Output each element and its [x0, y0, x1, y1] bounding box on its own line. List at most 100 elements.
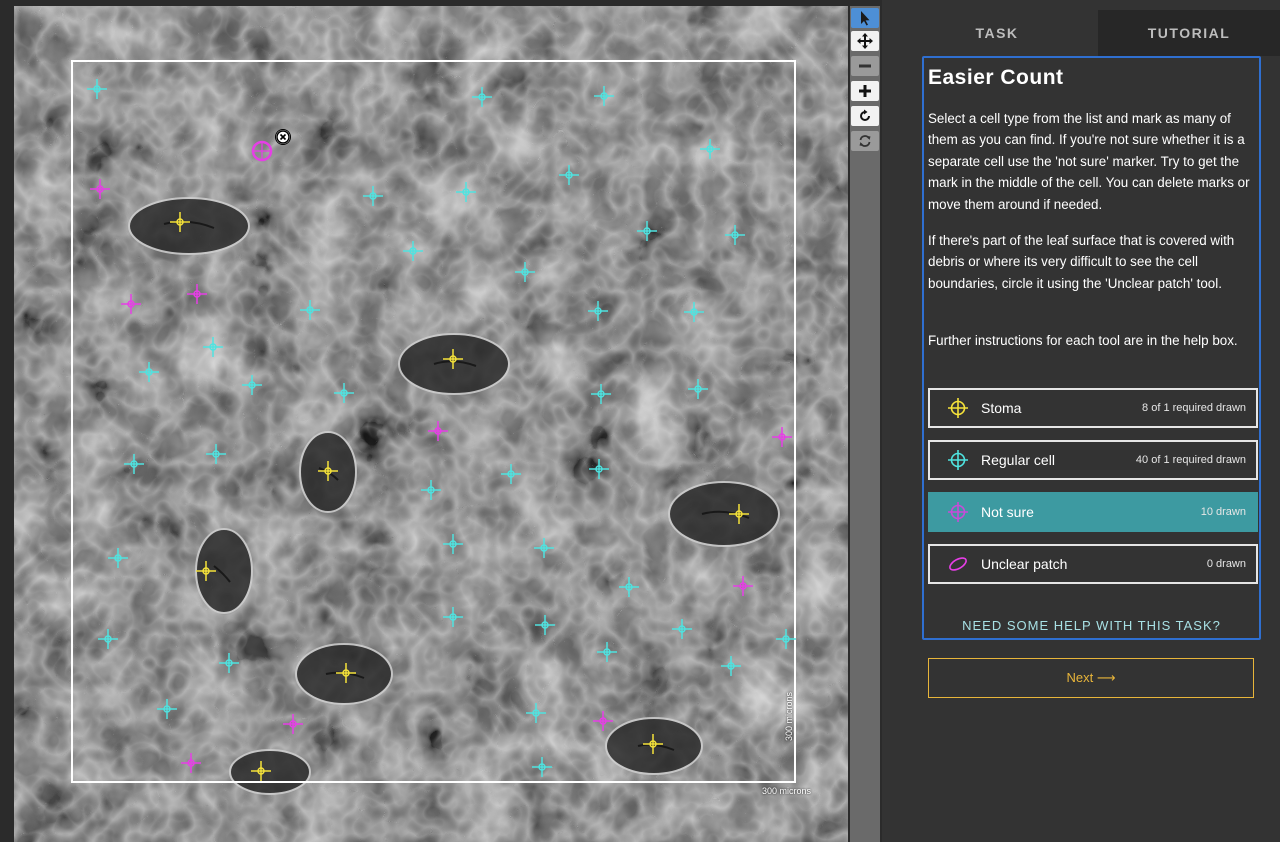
not-sure-marker[interactable]	[732, 575, 754, 597]
tool-not-sure[interactable]: Not sure 10 drawn	[928, 492, 1258, 532]
refresh-icon	[859, 135, 871, 147]
regular-cell-marker[interactable]	[683, 301, 705, 323]
zoom-in-button[interactable]	[851, 81, 879, 101]
regular-cell-marker[interactable]	[587, 300, 609, 322]
image-viewer: 300 microns 300 microns	[0, 0, 882, 842]
regular-cell-marker[interactable]	[138, 361, 160, 383]
stoma-marker[interactable]	[642, 733, 664, 755]
instruction-paragraph: Further instructions for each tool are i…	[928, 333, 1238, 348]
close-icon	[276, 130, 290, 144]
task-title: Easier Count	[928, 66, 1064, 89]
pointer-icon	[861, 11, 870, 26]
regular-cell-marker[interactable]	[442, 533, 464, 555]
regular-cell-marker[interactable]	[514, 261, 536, 283]
tab-task[interactable]: TASK	[896, 10, 1098, 56]
tool-count: 0 drawn	[1206, 558, 1246, 570]
selected-not-sure-marker[interactable]	[250, 139, 274, 163]
tool-label: Unclear patch	[981, 556, 1068, 572]
regular-cell-marker[interactable]	[455, 181, 477, 203]
move-icon	[857, 33, 873, 49]
not-sure-marker[interactable]	[592, 710, 614, 732]
instruction-paragraph: Select a cell type from the list and mar…	[928, 111, 1250, 212]
regular-cell-marker[interactable]	[618, 576, 640, 598]
regular-cell-marker[interactable]	[156, 698, 178, 720]
regular-cell-marker[interactable]	[241, 374, 263, 396]
not-sure-marker[interactable]	[427, 420, 449, 442]
tool-count: 10 drawn	[1200, 506, 1246, 518]
not-sure-marker[interactable]	[771, 426, 793, 448]
stoma-marker[interactable]	[335, 662, 357, 684]
stoma-marker[interactable]	[728, 503, 750, 525]
regular-cell-marker[interactable]	[299, 299, 321, 321]
regular-cell-marker[interactable]	[442, 606, 464, 628]
regular-cell-marker[interactable]	[588, 458, 610, 480]
regular-cell-marker[interactable]	[596, 641, 618, 663]
tool-stoma[interactable]: Stoma 8 of 1 required drawn	[928, 388, 1258, 428]
scale-label-side: 300 microns	[784, 691, 794, 741]
task-box: Easier Count Select a cell type from the…	[922, 56, 1261, 640]
scale-label-bottom: 300 microns	[762, 786, 812, 796]
regular-cell-marker[interactable]	[720, 655, 742, 677]
not-sure-marker[interactable]	[186, 283, 208, 305]
not-sure-marker[interactable]	[89, 178, 111, 200]
pan-tool-button[interactable]	[851, 31, 879, 51]
regular-cell-marker[interactable]	[333, 382, 355, 404]
regular-cell-marker[interactable]	[420, 479, 442, 501]
tool-regular-cell[interactable]: Regular cell 40 of 1 required drawn	[928, 440, 1258, 480]
task-panel: TASK TUTORIAL Easier Count Select a cell…	[896, 0, 1280, 842]
regular-cell-marker[interactable]	[362, 185, 384, 207]
tool-unclear-patch[interactable]: Unclear patch 0 drawn	[928, 544, 1258, 584]
minus-icon	[859, 64, 871, 68]
not-sure-marker[interactable]	[282, 713, 304, 735]
regular-cell-marker[interactable]	[724, 224, 746, 246]
regular-cell-marker[interactable]	[590, 383, 612, 405]
crosshair-icon	[948, 398, 968, 418]
regular-cell-marker[interactable]	[218, 652, 240, 674]
regular-cell-marker[interactable]	[671, 618, 693, 640]
tool-label: Not sure	[981, 504, 1034, 520]
regular-cell-marker[interactable]	[205, 443, 227, 465]
rotate-icon	[860, 109, 870, 121]
viewer-toolbar	[850, 6, 880, 842]
regular-cell-marker[interactable]	[97, 628, 119, 650]
regular-cell-marker[interactable]	[558, 164, 580, 186]
not-sure-marker[interactable]	[120, 293, 142, 315]
regular-cell-marker[interactable]	[500, 463, 522, 485]
regular-cell-marker[interactable]	[525, 702, 547, 724]
stoma-marker[interactable]	[442, 348, 464, 370]
regular-cell-marker[interactable]	[636, 220, 658, 242]
crosshair-icon	[948, 450, 968, 470]
regular-cell-marker[interactable]	[86, 78, 108, 100]
regular-cell-marker[interactable]	[202, 336, 224, 358]
leaf-surface-image[interactable]: 300 microns 300 microns	[14, 6, 848, 842]
reset-view-button[interactable]	[851, 131, 879, 151]
delete-mark-button[interactable]	[275, 129, 291, 145]
regular-cell-marker[interactable]	[533, 537, 555, 559]
help-link[interactable]: NEED SOME HELP WITH THIS TASK?	[924, 618, 1259, 633]
regular-cell-marker[interactable]	[471, 86, 493, 108]
not-sure-marker[interactable]	[180, 752, 202, 774]
tool-label: Regular cell	[981, 452, 1055, 468]
regular-cell-marker[interactable]	[775, 628, 797, 650]
stoma-marker[interactable]	[195, 560, 217, 582]
regular-cell-marker[interactable]	[531, 756, 553, 778]
regular-cell-marker[interactable]	[699, 138, 721, 160]
ellipse-icon	[949, 557, 967, 571]
regular-cell-marker[interactable]	[593, 85, 615, 107]
regular-cell-marker[interactable]	[402, 240, 424, 262]
crosshair-icon	[948, 502, 968, 522]
regular-cell-marker[interactable]	[107, 547, 129, 569]
regular-cell-marker[interactable]	[534, 614, 556, 636]
stoma-marker[interactable]	[317, 460, 339, 482]
regular-cell-marker[interactable]	[123, 453, 145, 475]
stoma-marker[interactable]	[169, 211, 191, 233]
zoom-out-button[interactable]	[851, 56, 879, 76]
stoma-marker[interactable]	[250, 760, 272, 782]
tool-label: Stoma	[981, 400, 1022, 416]
next-button[interactable]: Next ⟶	[928, 658, 1254, 698]
rotate-button[interactable]	[851, 106, 879, 126]
tool-count: 8 of 1 required drawn	[1142, 402, 1246, 414]
select-tool-button[interactable]	[851, 8, 879, 28]
tab-tutorial[interactable]: TUTORIAL	[1098, 10, 1280, 56]
regular-cell-marker[interactable]	[687, 378, 709, 400]
